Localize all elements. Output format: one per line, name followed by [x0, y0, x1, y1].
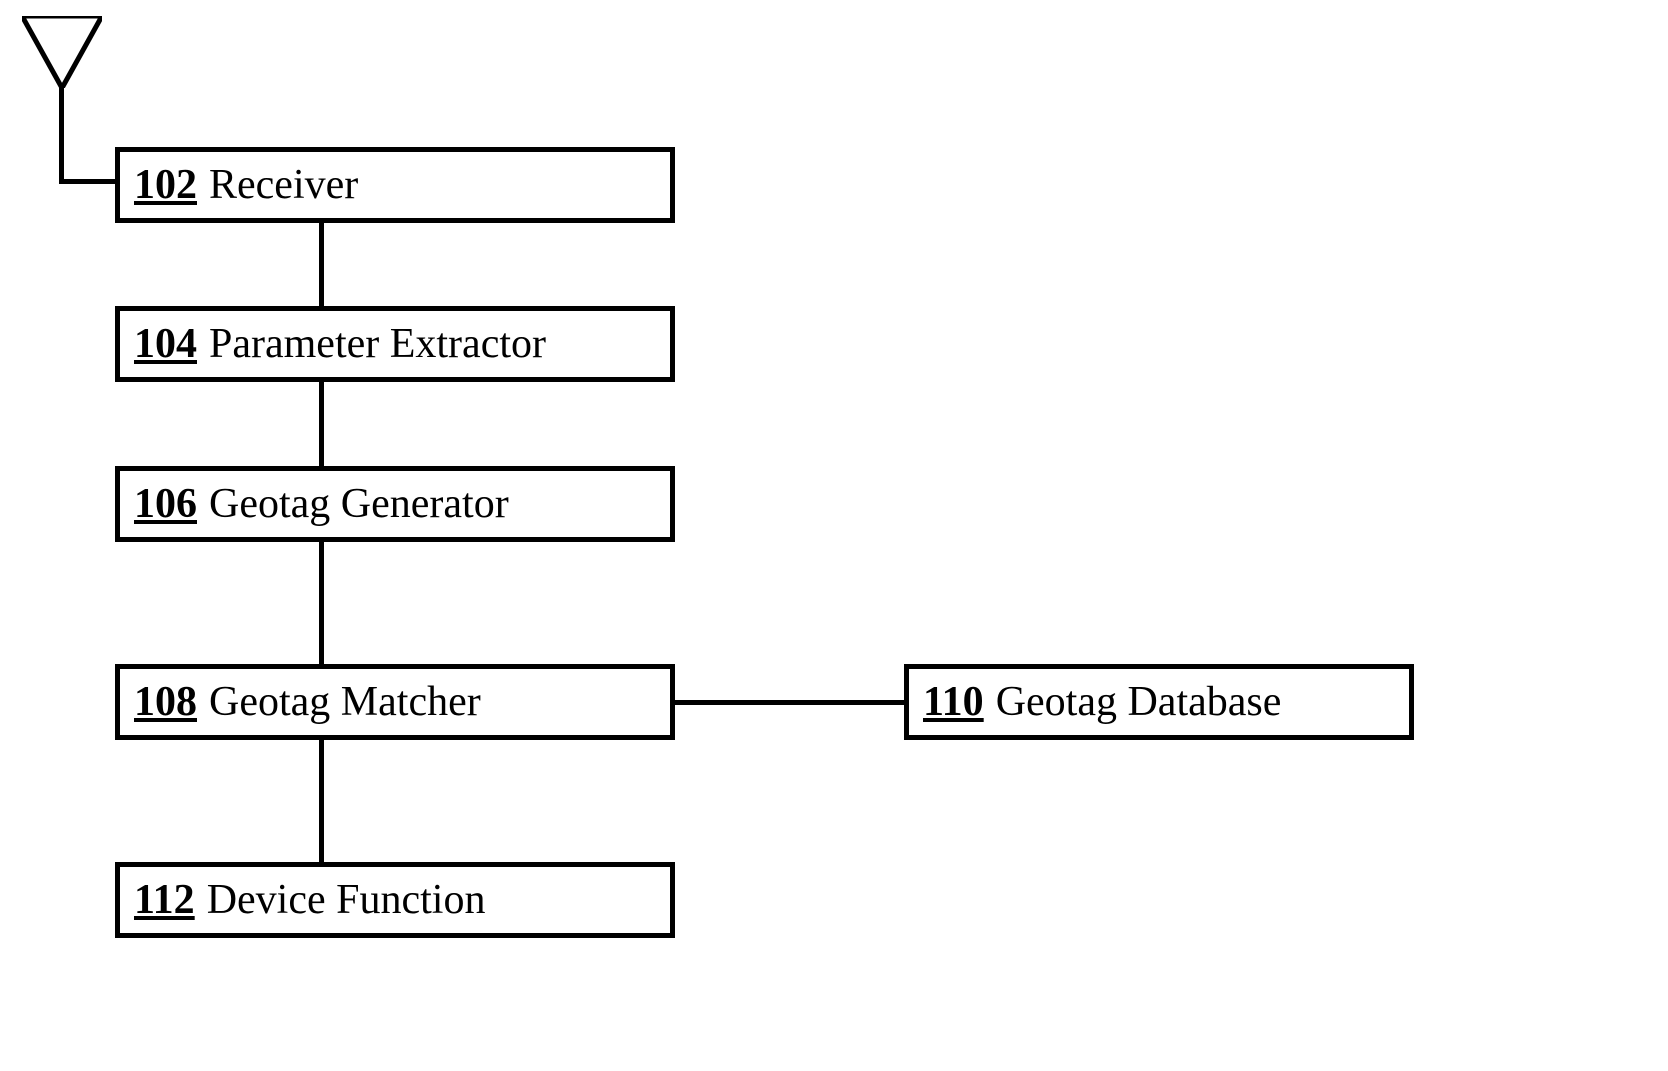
connector-generator-matcher [319, 542, 324, 664]
block-receiver-num: 102 [134, 164, 197, 206]
block-receiver: 102 Receiver [115, 147, 675, 223]
block-matcher: 108 Geotag Matcher [115, 664, 675, 740]
block-receiver-label: Receiver [209, 164, 358, 206]
antenna-stem [59, 84, 64, 184]
block-database-label: Geotag Database [996, 681, 1282, 723]
antenna-icon [22, 16, 102, 88]
connector-receiver-extractor [319, 223, 324, 306]
block-device-function-label: Device Function [207, 879, 486, 921]
block-generator: 106 Geotag Generator [115, 466, 675, 542]
block-matcher-num: 108 [134, 681, 197, 723]
antenna-to-receiver-line [59, 179, 115, 184]
block-device-function-num: 112 [134, 879, 195, 921]
diagram-canvas: 102 Receiver 104 Parameter Extractor 106… [0, 0, 1668, 1071]
block-device-function: 112 Device Function [115, 862, 675, 938]
connector-matcher-devicefunction [319, 740, 324, 862]
block-generator-label: Geotag Generator [209, 483, 509, 525]
block-extractor-label: Parameter Extractor [209, 323, 546, 365]
connector-extractor-generator [319, 382, 324, 466]
block-database-num: 110 [923, 681, 984, 723]
block-generator-num: 106 [134, 483, 197, 525]
connector-matcher-database [675, 700, 904, 705]
block-matcher-label: Geotag Matcher [209, 681, 481, 723]
block-extractor-num: 104 [134, 323, 197, 365]
block-database: 110 Geotag Database [904, 664, 1414, 740]
block-extractor: 104 Parameter Extractor [115, 306, 675, 382]
